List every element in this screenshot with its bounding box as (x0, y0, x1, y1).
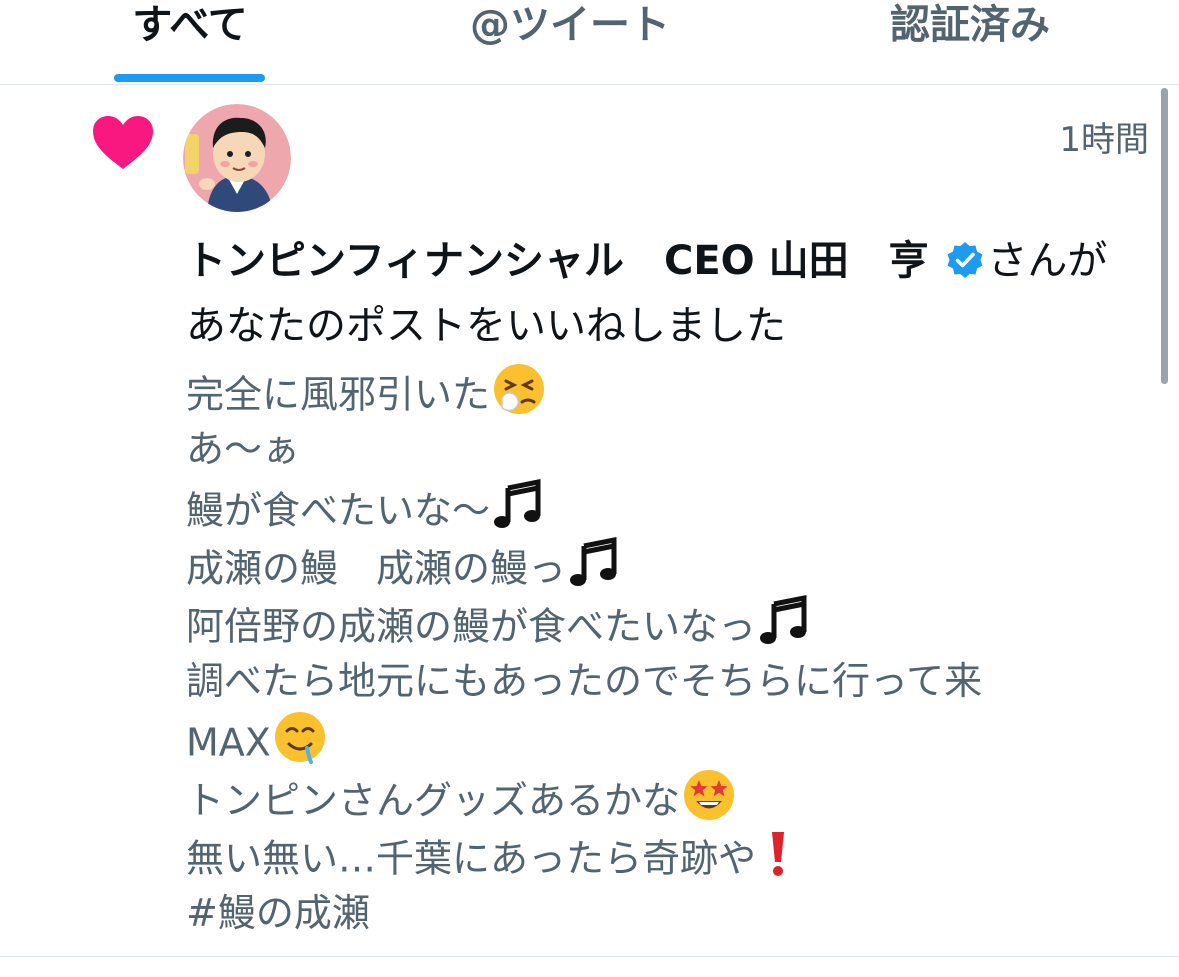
tab-mentions[interactable]: @ツイート (420, 0, 720, 52)
verified-badge-icon (945, 238, 985, 297)
tab-all[interactable]: すべて (80, 0, 300, 52)
post-line: #鰻の成瀬 (186, 884, 1126, 942)
user-name[interactable]: トンピンフィナンシャル CEO 山田 亨 (186, 238, 929, 284)
user-avatar[interactable] (183, 104, 291, 212)
active-tab-indicator (114, 74, 265, 82)
heart-icon (92, 115, 154, 175)
post-line: 無い無い…千葉にあったら奇跡や (186, 826, 1126, 884)
scrollbar[interactable] (1161, 88, 1168, 384)
action-text: あなたのポストをいいねしました (186, 303, 786, 349)
tab-verified[interactable]: 認証済み (840, 0, 1100, 52)
post-line: 調べたら地元にもあったのでそちらに行って来 (186, 659, 983, 703)
post-line: トンピンさんグッズあるかな (186, 768, 1126, 826)
post-line: 成瀬の鰻 成瀬の鰻っ (186, 536, 1126, 594)
notification-divider (0, 956, 1179, 957)
notification-headline: トンピンフィナンシャル CEO 山田 亨 さんが あなたのポストをいいねしました (186, 232, 1156, 356)
notifications-tab-bar: すべて @ツイート 認証済み (0, 0, 1179, 84)
post-preview[interactable]: 完全に風邪引いた あ〜ぁ 鰻が食べたいな〜 成瀬の鰻 成瀬の鰻っ 阿倍野の成瀬の… (186, 362, 1126, 942)
notification-time: 1時間 (1059, 120, 1149, 160)
post-line: 鰻が食べたいな〜 (186, 478, 1126, 536)
sneezing-face-emoji (492, 362, 546, 432)
action-text-suffix: さんが (987, 238, 1108, 284)
post-line: MAX (186, 710, 1126, 768)
post-line: あ〜ぁ (186, 427, 301, 471)
post-line: 阿倍野の成瀬の鰻が食べたいなっ (186, 594, 1126, 652)
exclamation-emoji (758, 826, 798, 896)
post-line: 完全に風邪引いた (186, 362, 1126, 420)
hashtag: #鰻の成瀬 (186, 891, 370, 935)
